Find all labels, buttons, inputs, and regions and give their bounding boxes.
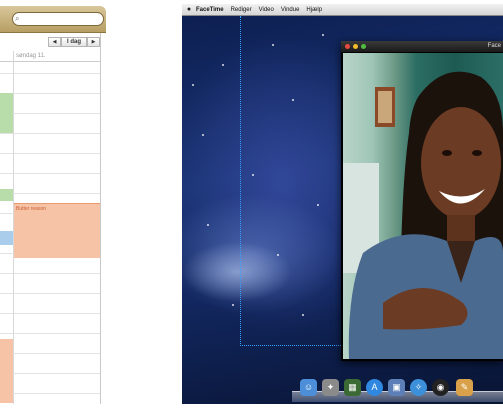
- caller-video-image: [343, 71, 503, 359]
- hour-line: [0, 353, 100, 354]
- wall-picture-inner: [378, 91, 392, 123]
- finder-icon[interactable]: ☺: [300, 379, 317, 396]
- date-navigation: ◀ I dag ▶: [48, 37, 100, 47]
- calendar-day-view[interactable]: ◀ I dag ▶ søndag 11. Butter reason: [0, 33, 101, 404]
- calendar-event[interactable]: [0, 93, 13, 133]
- safari-icon[interactable]: ✧: [410, 379, 427, 396]
- previous-day-button[interactable]: ◀: [48, 37, 61, 47]
- hour-line: [0, 193, 100, 194]
- minimize-button[interactable]: [353, 44, 358, 49]
- mission-control-icon[interactable]: ▦: [344, 379, 361, 396]
- star: [292, 99, 294, 101]
- star: [192, 84, 194, 86]
- facetime-window[interactable]: Face: [341, 41, 503, 361]
- day-header-label: søndag 11.: [16, 53, 46, 59]
- video-feed: [343, 53, 503, 359]
- menu-bar: ● FaceTime Rediger Video Vindue Hjælp: [182, 4, 503, 16]
- calendar-event[interactable]: [0, 189, 13, 201]
- neck: [447, 215, 475, 245]
- search-input[interactable]: [25, 13, 99, 25]
- today-button[interactable]: I dag: [61, 37, 87, 47]
- hour-line: [0, 73, 100, 74]
- menu-item-video[interactable]: Video: [259, 7, 274, 13]
- hour-line: [0, 113, 100, 114]
- calendar-window: ⌕ ◀ I dag ▶ søndag 11. Butter reason: [0, 4, 108, 404]
- hour-line: [0, 313, 100, 314]
- hour-line: [0, 273, 100, 274]
- apple-icon[interactable]: ●: [182, 6, 196, 13]
- desktop: ● FaceTime Rediger Video Vindue Hjælp Fa…: [182, 4, 503, 404]
- calendar-event[interactable]: Butter reason: [14, 203, 100, 258]
- hour-line: [0, 153, 100, 154]
- menu-item-hjaelp[interactable]: Hjælp: [306, 7, 322, 13]
- hour-line: [0, 173, 100, 174]
- zoom-button[interactable]: [361, 44, 366, 49]
- star: [252, 174, 254, 176]
- calendar-toolbar: ⌕: [0, 6, 106, 33]
- calendar-event[interactable]: [0, 339, 13, 403]
- eye: [442, 150, 452, 156]
- star: [277, 254, 279, 256]
- star: [207, 224, 209, 226]
- window-titlebar[interactable]: Face: [341, 41, 503, 52]
- eye: [472, 150, 482, 156]
- search-icon: ⌕: [15, 14, 20, 23]
- day-header: søndag 11.: [0, 51, 100, 404]
- hour-line: [0, 133, 100, 134]
- hour-line: [0, 393, 100, 394]
- star: [232, 304, 234, 306]
- next-day-button[interactable]: ▶: [87, 37, 100, 47]
- app-store-icon[interactable]: A: [366, 379, 383, 396]
- hour-line: [0, 333, 100, 334]
- star: [202, 134, 204, 136]
- selection-guide-horizontal: [240, 345, 345, 346]
- event-title: Butter reason: [16, 206, 47, 212]
- rocket-icon[interactable]: ✦: [322, 379, 339, 396]
- window-title: Face: [487, 43, 501, 49]
- dock: ☺ ✦ ▦ A ▣ ✧ ◉ ✎: [292, 377, 503, 402]
- hour-line: [0, 93, 100, 94]
- menu-item-facetime[interactable]: FaceTime: [196, 7, 224, 13]
- hour-line: [0, 293, 100, 294]
- notes-icon[interactable]: ✎: [456, 379, 473, 396]
- star: [302, 314, 304, 316]
- star: [322, 34, 324, 36]
- selection-guide-vertical: [240, 16, 241, 346]
- preview-icon[interactable]: ▣: [388, 379, 405, 396]
- star: [317, 204, 319, 206]
- calendar-event[interactable]: [0, 231, 13, 245]
- menu-item-vindue[interactable]: Vindue: [281, 7, 300, 13]
- close-button[interactable]: [345, 44, 350, 49]
- star: [272, 44, 274, 46]
- quicktime-icon[interactable]: ◉: [432, 379, 449, 396]
- star: [222, 64, 224, 66]
- search-field[interactable]: ⌕: [12, 12, 104, 26]
- menu-item-rediger[interactable]: Rediger: [231, 7, 252, 13]
- hour-line: [0, 373, 100, 374]
